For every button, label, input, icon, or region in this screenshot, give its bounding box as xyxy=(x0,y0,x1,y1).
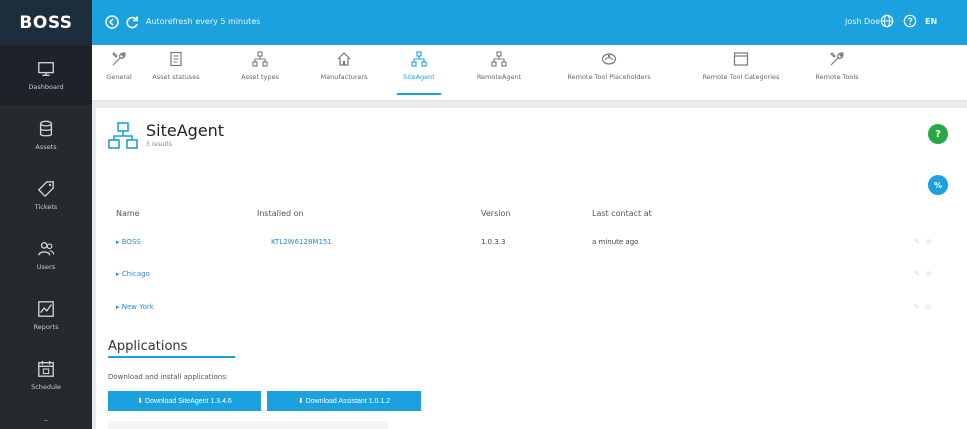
back-icon[interactable] xyxy=(104,14,120,30)
version-cell: 1.0.3.3 xyxy=(481,238,506,246)
tab-label: RemoteAgent xyxy=(476,73,522,81)
column-header-name[interactable]: Name xyxy=(116,209,140,218)
row-actions[interactable]: ✎⊘ xyxy=(914,238,938,246)
page-header: SiteAgent 3 results xyxy=(108,122,224,150)
row-actions[interactable]: ✎⊘ xyxy=(914,303,938,311)
help-button[interactable]: ? xyxy=(928,124,948,144)
sidebar-item-assets[interactable]: Assets xyxy=(0,105,92,165)
tab-label: Remote Tool Categories xyxy=(702,73,780,81)
sidebar-item-schedule[interactable]: Schedule xyxy=(0,345,92,405)
last-contact-cell: a minute ago xyxy=(592,238,639,246)
window-icon xyxy=(733,52,749,66)
tab-label: SiteAgent xyxy=(403,73,435,81)
row-name-link[interactable]: ▸ New York xyxy=(116,303,154,311)
percent-button[interactable]: % xyxy=(928,175,948,195)
help-circle-icon[interactable] xyxy=(903,14,917,28)
tab-manufacturers[interactable]: Manufacturers xyxy=(314,51,374,97)
user-name[interactable]: Josh Doe xyxy=(845,17,880,26)
tab-remoteagent[interactable]: RemoteAgent xyxy=(468,51,530,97)
sitemap-icon xyxy=(108,122,138,149)
sidebar-item-label: Tickets xyxy=(34,202,58,211)
siteagent-panel: SiteAgent 3 results ? % Name Installed o… xyxy=(96,108,967,429)
sidebar-item-dashboard[interactable]: Dashboard xyxy=(0,45,92,105)
column-header-version[interactable]: Version xyxy=(481,209,510,218)
installed-on-link[interactable]: KTL2W6128M151 xyxy=(271,238,332,246)
sidebar-item-more[interactable] xyxy=(0,405,92,429)
download-assistant-button[interactable]: ⬇ Download Assistant 1.0.1.2 xyxy=(267,391,421,411)
tab-label: General xyxy=(106,73,132,81)
page-title: SiteAgent xyxy=(146,121,225,140)
sidebar-item-label: Assets xyxy=(35,142,57,151)
language-switch[interactable]: EN xyxy=(925,17,937,26)
calendar-icon xyxy=(38,360,54,377)
tools-icon xyxy=(830,52,844,66)
row-name: Chicago xyxy=(121,270,150,278)
users-icon xyxy=(38,241,55,255)
tab-label: Remote Tool Placeholders xyxy=(567,73,651,81)
more-icon xyxy=(44,420,48,421)
sidebar-item-reports[interactable]: Reports xyxy=(0,285,92,345)
app-logo[interactable]: BOSS xyxy=(0,0,92,45)
row-actions[interactable]: ✎⊘ xyxy=(914,270,938,278)
tools-icon xyxy=(112,52,126,66)
autorefresh-label[interactable]: Autorefresh every 5 minutes xyxy=(146,17,260,26)
heading-underline xyxy=(108,356,235,358)
sidebar-item-label: Dashboard xyxy=(28,82,64,91)
row-name: BOSS xyxy=(121,238,141,246)
tab-label: Asset statuses xyxy=(152,73,200,81)
results-count: 3 results xyxy=(146,141,172,148)
sidebar-item-label: Users xyxy=(36,262,56,271)
footer-strip xyxy=(108,421,388,429)
row-name: New York xyxy=(121,303,154,311)
sidebar-item-users[interactable]: Users xyxy=(0,225,92,285)
monitor-icon xyxy=(38,61,54,76)
chart-icon xyxy=(38,300,54,317)
sidebar-item-label: Reports xyxy=(33,322,59,331)
hierarchy-icon xyxy=(252,51,268,67)
tab-label: Remote Tools xyxy=(815,73,859,81)
applications-heading: Applications xyxy=(108,339,188,354)
tab-remote-tools[interactable]: Remote Tools xyxy=(814,51,860,97)
settings-tabs: General Asset statuses Asset types Manuf… xyxy=(92,45,967,101)
sidebar-item-tickets[interactable]: Tickets xyxy=(0,165,92,225)
row-name-link[interactable]: ▸ BOSS xyxy=(116,238,141,246)
tab-remote-tool-placeholders[interactable]: Remote Tool Placeholders xyxy=(552,51,666,97)
download-siteagent-button[interactable]: ⬇ Download SiteAgent 1.3.4.6 xyxy=(108,391,261,411)
tag-icon xyxy=(37,180,54,197)
column-header-installed-on[interactable]: Installed on xyxy=(257,209,304,218)
column-header-last-contact[interactable]: Last contact at xyxy=(592,209,652,218)
tab-general[interactable]: General xyxy=(102,51,136,97)
database-icon xyxy=(39,120,53,136)
document-icon xyxy=(170,51,182,67)
globe-icon[interactable] xyxy=(880,14,894,28)
tab-label: Manufacturers xyxy=(320,73,368,81)
top-bar: BOSS Autorefresh every 5 minutes Josh Do… xyxy=(0,0,967,45)
home-icon xyxy=(337,52,351,66)
hierarchy-icon xyxy=(491,51,507,67)
applications-description: Download and install applications: xyxy=(108,373,229,381)
sitemap-icon xyxy=(411,51,427,67)
refresh-icon[interactable] xyxy=(124,14,140,30)
placeholder-icon xyxy=(601,53,617,65)
tab-siteagent[interactable]: SiteAgent xyxy=(397,51,441,97)
sidebar: Dashboard Assets Tickets Users Reports S… xyxy=(0,45,92,429)
tab-label: Asset types xyxy=(241,73,279,81)
tab-remote-tool-categories[interactable]: Remote Tool Categories xyxy=(687,51,795,97)
tab-asset-statuses[interactable]: Asset statuses xyxy=(147,51,205,97)
tab-asset-types[interactable]: Asset types xyxy=(238,51,282,97)
row-name-link[interactable]: ▸ Chicago xyxy=(116,270,150,278)
sidebar-item-label: Schedule xyxy=(31,382,61,391)
